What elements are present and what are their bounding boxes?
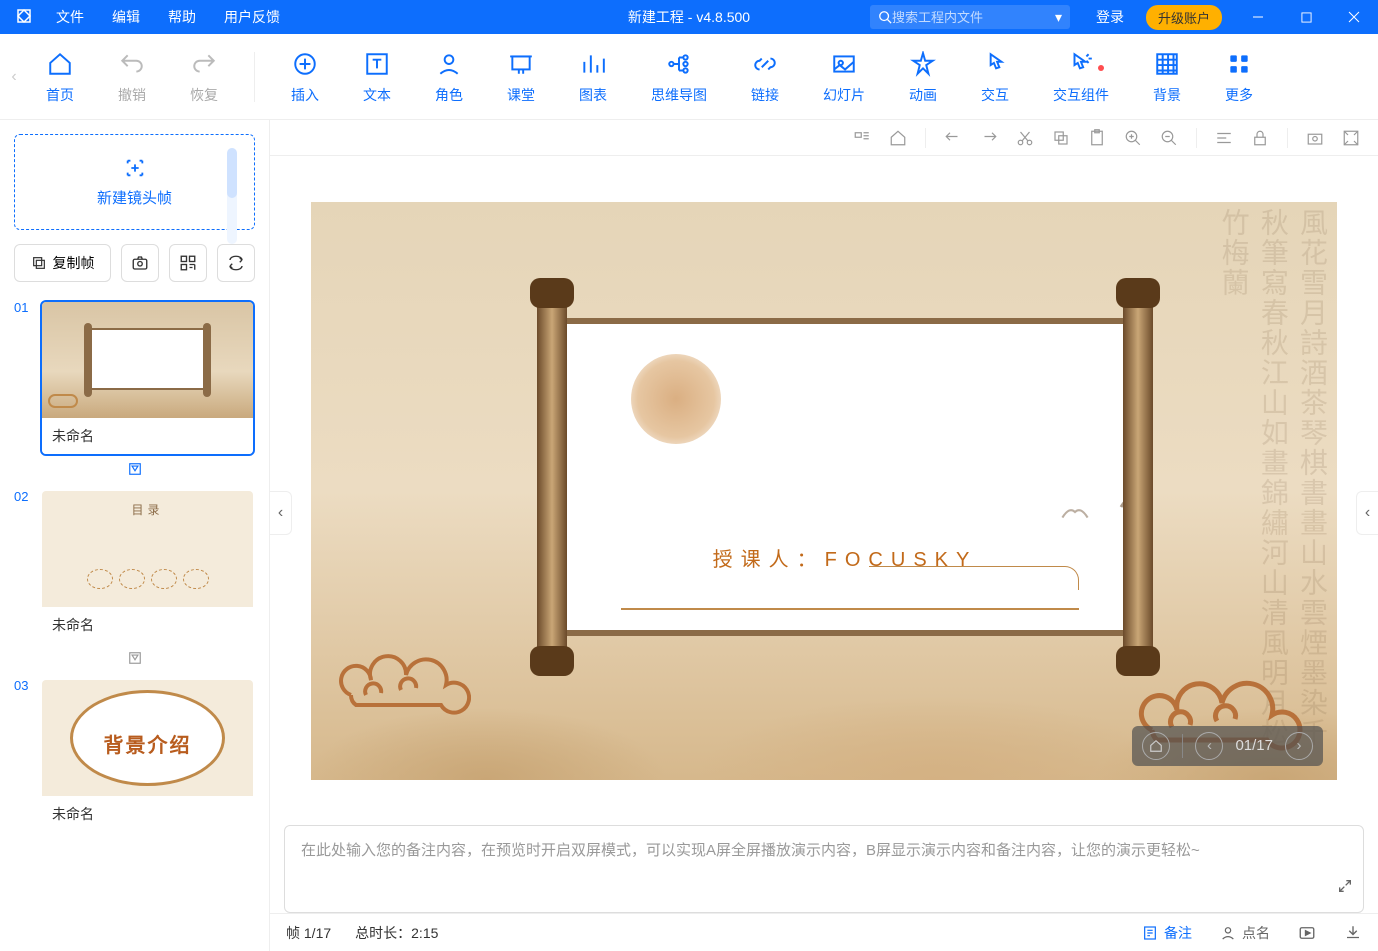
slide-thumb-1[interactable]: 未命名 — [40, 300, 255, 456]
search-box[interactable]: ▾ — [870, 5, 1070, 29]
toolbar-bg[interactable]: 背景 — [1131, 49, 1203, 105]
window-title: 新建工程 - v4.8.500 — [628, 7, 750, 27]
search-input[interactable] — [892, 10, 1052, 25]
status-notes-button[interactable]: 备注 — [1142, 923, 1192, 943]
loop-button[interactable] — [217, 244, 255, 282]
menu-file[interactable]: 文件 — [42, 7, 98, 27]
menu-edit[interactable]: 编辑 — [98, 7, 154, 27]
status-play-button[interactable] — [1298, 924, 1316, 942]
toolbar-mindmap[interactable]: 思维导图 — [629, 49, 729, 105]
menu-feedback[interactable]: 用户反馈 — [210, 7, 294, 27]
cloud-graphic — [331, 635, 471, 720]
zoom-in-icon[interactable] — [1124, 129, 1142, 147]
align-tool-icon[interactable] — [1215, 129, 1233, 147]
toolbar-interact[interactable]: 交互 — [959, 49, 1031, 105]
notes-area[interactable]: 在此处输入您的备注内容，在预览时开启双屏模式，可以实现A屏全屏播放演示内容，B屏… — [284, 825, 1364, 913]
toolbar-more[interactable]: 更多 — [1203, 49, 1275, 105]
slide-number: 01 — [14, 300, 32, 456]
toolbar-slide[interactable]: 幻灯片 — [801, 49, 887, 105]
copy-icon — [31, 255, 47, 271]
note-icon — [1142, 925, 1158, 941]
undo-tool-icon[interactable] — [944, 129, 962, 147]
close-button[interactable] — [1330, 0, 1378, 34]
new-frame-button[interactable]: 新建镜头帧 — [14, 134, 255, 230]
collapse-side-button[interactable]: ‹ — [270, 491, 292, 535]
camera-button[interactable] — [121, 244, 159, 282]
toolbar-redo[interactable]: 恢复 — [168, 49, 240, 105]
notification-dot-icon — [1098, 65, 1104, 71]
login-link[interactable]: 登录 — [1082, 7, 1138, 27]
camera-icon — [131, 254, 149, 272]
canvas-toolbar — [270, 120, 1378, 156]
toolbar-link[interactable]: 链接 — [729, 49, 801, 105]
bird-icon — [1061, 494, 1089, 526]
toolbar-component[interactable]: 交互组件 — [1031, 49, 1131, 105]
expand-notes-icon[interactable] — [1337, 877, 1353, 903]
nav-prev-button[interactable]: ‹ — [1195, 732, 1223, 760]
export-icon — [1344, 924, 1362, 942]
home-tool-icon[interactable] — [889, 129, 907, 147]
fit-tool-icon[interactable] — [1342, 129, 1360, 147]
toolbar-class[interactable]: 课堂 — [485, 49, 557, 105]
nav-home-button[interactable] — [1142, 732, 1170, 760]
slide-panel: 新建镜头帧 复制帧 01 未命名 02 目录 — [0, 120, 270, 951]
zoom-out-icon[interactable] — [1160, 129, 1178, 147]
toolbar-collapse-left[interactable]: ‹ — [4, 57, 24, 97]
main-toolbar: ‹ 首页 撤销 恢复 插入 文本 角色 课堂 图表 思维导图 链接 幻灯片 动画… — [0, 34, 1378, 120]
frame-indicator: 帧 1/17 — [286, 923, 331, 943]
canvas-area: ‹ ‹ 風花雪月詩酒茶琴棋書畫山水雲煙墨染千秋筆寫春秋江山如畫錦繡河山清風明月松… — [270, 120, 1378, 951]
menu-help[interactable]: 帮助 — [154, 7, 210, 27]
snapshot-tool-icon[interactable] — [1306, 129, 1324, 147]
main-area: 新建镜头帧 复制帧 01 未命名 02 目录 — [0, 120, 1378, 951]
status-export-button[interactable] — [1344, 924, 1362, 942]
redo-tool-icon[interactable] — [980, 129, 998, 147]
toolbar-home[interactable]: 首页 — [24, 49, 96, 105]
paste-tool-icon[interactable] — [1088, 129, 1106, 147]
upgrade-button[interactable]: 升级账户 — [1146, 5, 1222, 30]
status-rollcall-button[interactable]: 点名 — [1220, 923, 1270, 943]
loop-icon — [227, 254, 245, 272]
nav-counter: 01/17 — [1235, 737, 1273, 754]
side-scrollbar[interactable] — [227, 148, 237, 244]
slide-number: 02 — [14, 489, 32, 645]
transition-marker-icon[interactable] — [14, 462, 255, 481]
qr-button[interactable] — [169, 244, 207, 282]
collapse-right-button[interactable]: ‹ — [1356, 491, 1378, 535]
cut-tool-icon[interactable] — [1016, 129, 1034, 147]
slide-number: 03 — [14, 678, 32, 834]
slide-thumb-2[interactable]: 目录 未命名 — [40, 489, 255, 645]
search-icon — [878, 10, 892, 24]
duration-indicator: 总时长：2:15 — [355, 923, 438, 943]
toolbar-insert[interactable]: 插入 — [269, 49, 341, 105]
app-logo-icon — [6, 8, 42, 27]
minimize-button[interactable] — [1234, 0, 1282, 34]
qr-icon — [179, 254, 197, 272]
person-icon — [1220, 925, 1236, 941]
toolbar-role[interactable]: 角色 — [413, 49, 485, 105]
slide-nav-overlay: ‹ 01/17 › — [1132, 726, 1323, 766]
frame-tool-icon[interactable] — [853, 129, 871, 147]
transition-marker-icon[interactable] — [14, 651, 255, 670]
copy-tool-icon[interactable] — [1052, 129, 1070, 147]
maximize-button[interactable] — [1282, 0, 1330, 34]
lock-tool-icon[interactable] — [1251, 129, 1269, 147]
search-dropdown-icon[interactable]: ▾ — [1055, 9, 1062, 26]
toolbar-undo[interactable]: 撤销 — [96, 49, 168, 105]
sun-graphic — [631, 354, 721, 444]
scroll-graphic: 授课人：FOCUSKY — [525, 292, 1165, 662]
nav-next-button[interactable]: › — [1285, 732, 1313, 760]
slide-thumb-3[interactable]: 背景介绍 未命名 — [40, 678, 255, 834]
plus-icon — [124, 157, 146, 179]
toolbar-animate[interactable]: 动画 — [887, 49, 959, 105]
toolbar-text[interactable]: 文本 — [341, 49, 413, 105]
copy-frame-button[interactable]: 复制帧 — [14, 244, 111, 282]
title-bar: 文件 编辑 帮助 用户反馈 新建工程 - v4.8.500 ▾ 登录 升级账户 — [0, 0, 1378, 34]
status-bar: 帧 1/17 总时长：2:15 备注 点名 — [270, 913, 1378, 951]
toolbar-chart[interactable]: 图表 — [557, 49, 629, 105]
slide-canvas[interactable]: 風花雪月詩酒茶琴棋書畫山水雲煙墨染千秋筆寫春秋江山如畫錦繡河山清風明月松竹梅蘭 … — [311, 202, 1337, 780]
play-icon — [1298, 924, 1316, 942]
